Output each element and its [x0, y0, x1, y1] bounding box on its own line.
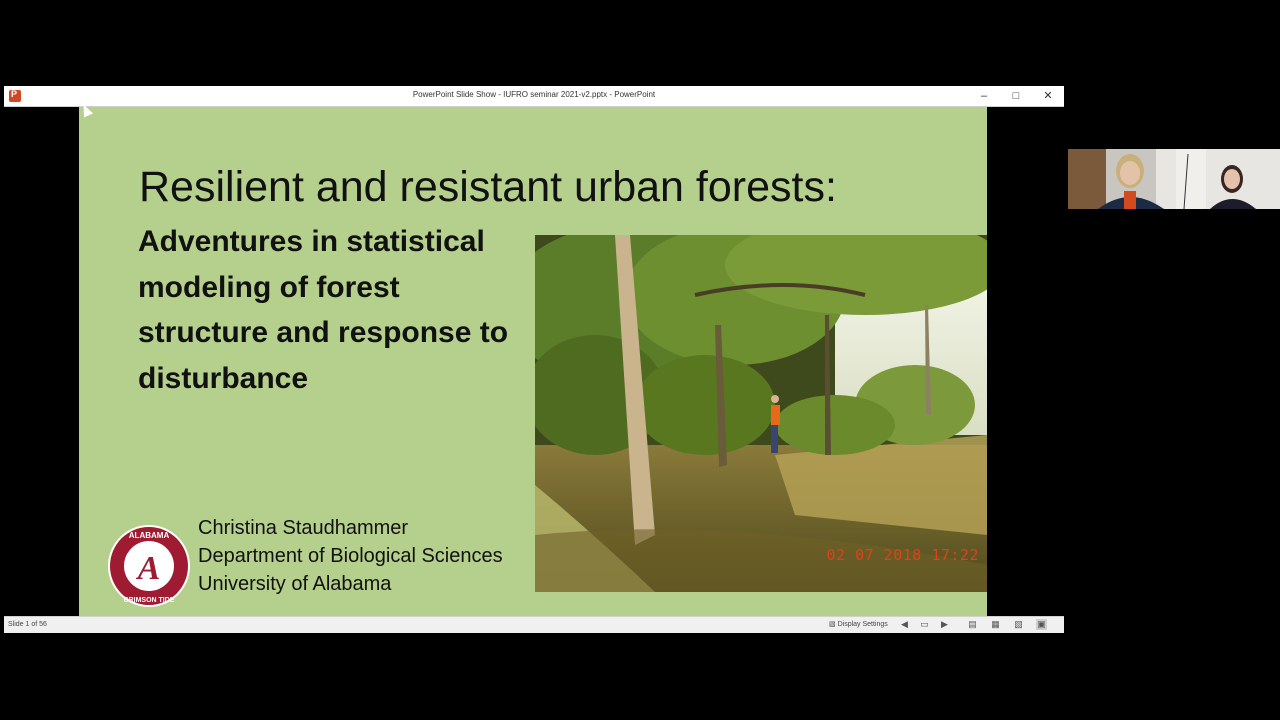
participant-video-2[interactable] [1176, 149, 1280, 209]
slide-menu-icon[interactable]: ▭ [919, 619, 930, 630]
university-logo: A ALABAMA CRIMSON TIDE [108, 525, 190, 607]
author-department: Department of Biological Sciences [198, 545, 503, 567]
slide-subtitle: Adventures in statistical modeling of fo… [138, 225, 509, 395]
participant-video-1[interactable] [1068, 149, 1176, 209]
normal-view-icon[interactable]: ▤ [967, 619, 978, 630]
slide-heading: Resilient and resistant urban forests: [139, 163, 837, 211]
display-settings-button[interactable]: ▧ Display Settings [829, 620, 888, 628]
slide-show-area[interactable]: Resilient and resistant urban forests: A… [4, 107, 1064, 616]
reading-view-icon[interactable]: ▧ [1013, 619, 1024, 630]
display-settings-label: Display Settings [837, 621, 888, 628]
svg-text:CRIMSON TIDE: CRIMSON TIDE [124, 597, 175, 604]
next-slide-icon[interactable]: ▶ [939, 619, 950, 630]
svg-text:A: A [136, 550, 161, 587]
minimize-icon[interactable]: – [968, 86, 1000, 106]
maximize-icon[interactable]: □ [1000, 86, 1032, 106]
slide-counter: Slide 1 of 56 [8, 621, 47, 628]
previous-slide-icon[interactable]: ◀ [899, 619, 910, 630]
author-university: University of Alabama [198, 573, 392, 595]
author-block: Christina Staudhammer Department of Biol… [198, 514, 503, 598]
forest-photo: 02 07 2018 17:22 [535, 235, 987, 592]
author-name: Christina Staudhammer [198, 517, 409, 539]
svg-text:ALABAMA: ALABAMA [129, 531, 170, 540]
slide[interactable]: Resilient and resistant urban forests: A… [79, 107, 987, 616]
status-bar: Slide 1 of 56 ▧ Display Settings ◀ ▭ ▶ ▤… [4, 616, 1064, 633]
window-title: PowerPoint Slide Show - IUFRO seminar 20… [412, 90, 656, 99]
slide-show-icon[interactable]: ▣ [1036, 619, 1047, 630]
monitor-icon: ▧ [829, 621, 836, 628]
photo-timestamp: 02 07 2018 17:22 [826, 546, 979, 564]
close-icon[interactable]: ✕ [1032, 86, 1064, 106]
powerpoint-window: PowerPoint Slide Show - IUFRO seminar 20… [4, 86, 1064, 633]
slide-sorter-icon[interactable]: ▦ [990, 619, 1001, 630]
title-bar[interactable]: PowerPoint Slide Show - IUFRO seminar 20… [4, 86, 1064, 107]
